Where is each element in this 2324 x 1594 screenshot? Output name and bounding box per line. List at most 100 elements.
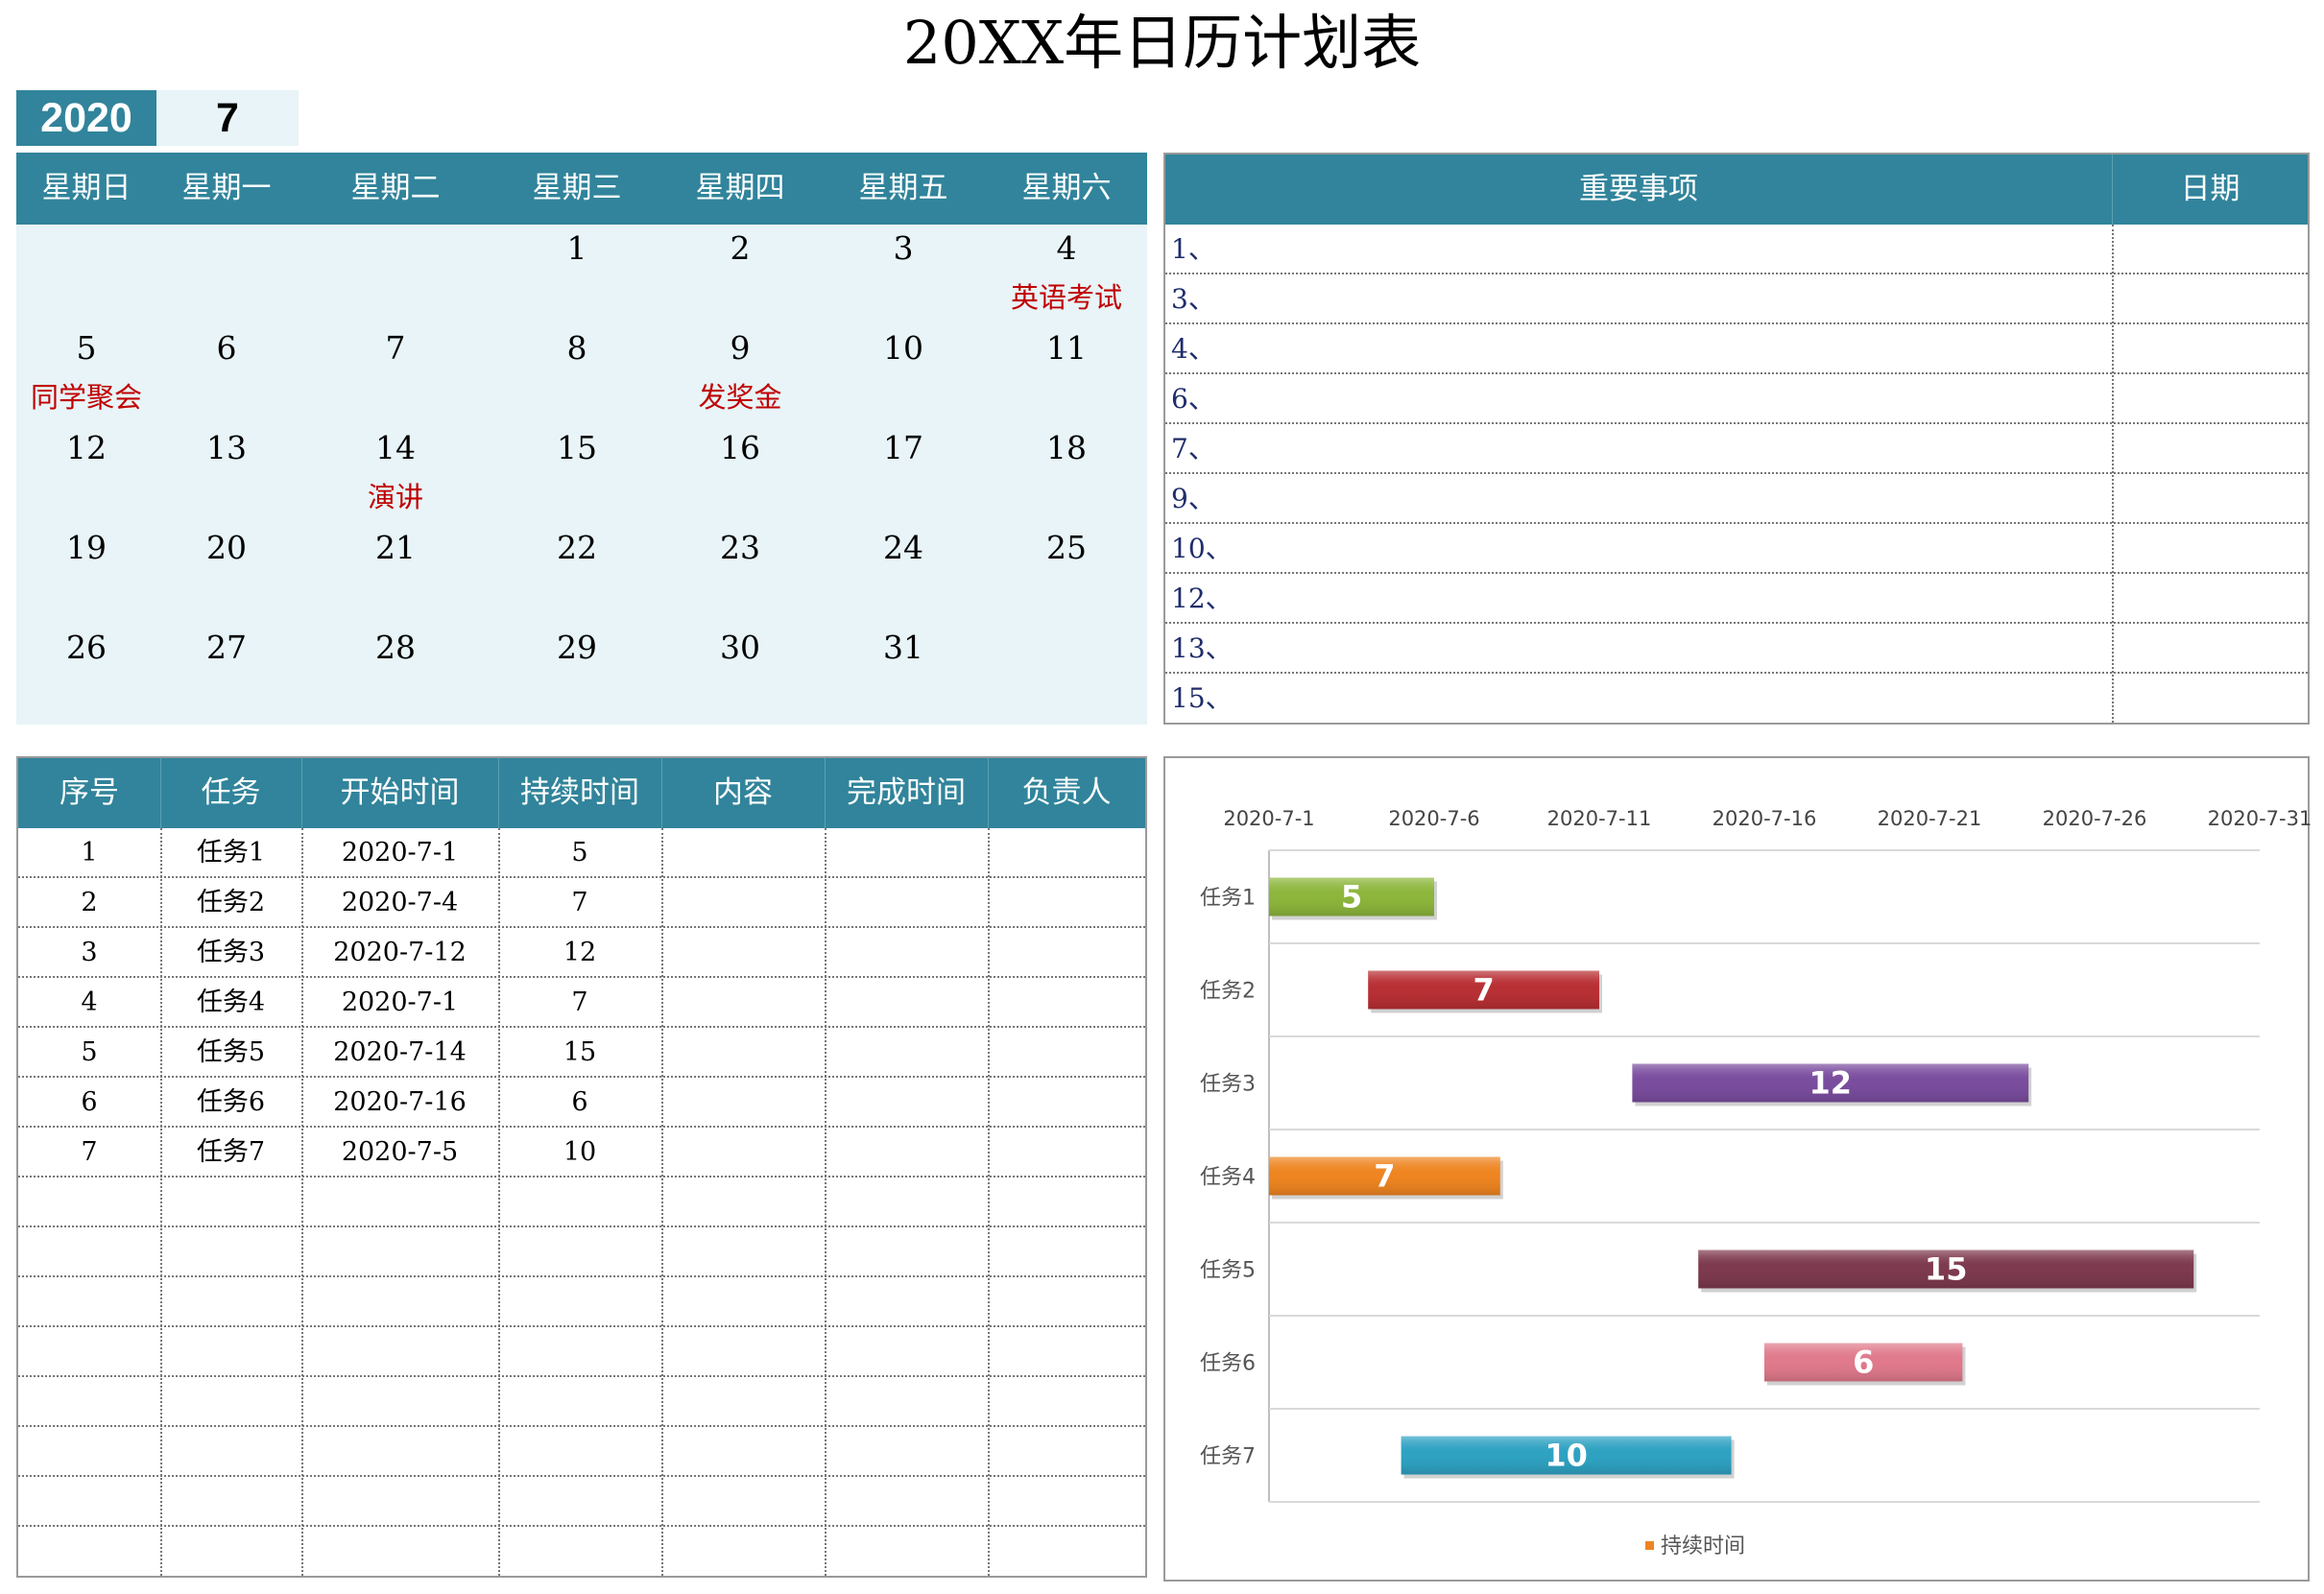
important-item-row[interactable]: 1、 — [1165, 225, 2308, 274]
task-cell[interactable] — [825, 978, 988, 1028]
calendar-day[interactable]: 30 — [673, 627, 807, 669]
task-cell[interactable] — [301, 1477, 498, 1527]
calendar-event[interactable]: 演讲 — [314, 478, 477, 516]
task-cell[interactable] — [988, 1178, 1145, 1227]
task-row[interactable]: 1 任务1 2020-7-1 5 — [18, 828, 1145, 878]
task-cell[interactable] — [498, 1327, 661, 1377]
calendar-day[interactable]: 25 — [999, 527, 1134, 569]
task-row[interactable]: 4 任务4 2020-7-1 7 — [18, 978, 1145, 1028]
task-cell[interactable] — [825, 1128, 988, 1178]
task-cell[interactable] — [498, 1527, 661, 1577]
important-item-row[interactable]: 13、 — [1165, 624, 2308, 674]
task-cell[interactable] — [661, 1227, 825, 1277]
task-cell[interactable]: 2020-7-12 — [301, 928, 498, 978]
calendar-day[interactable]: 8 — [510, 327, 644, 369]
task-cell[interactable] — [825, 878, 988, 928]
task-cell[interactable] — [18, 1178, 160, 1227]
task-cell[interactable] — [301, 1227, 498, 1277]
task-cell[interactable]: 2020-7-1 — [301, 828, 498, 878]
task-cell[interactable] — [301, 1527, 498, 1577]
task-cell[interactable] — [498, 1377, 661, 1427]
task-cell[interactable]: 2020-7-1 — [301, 978, 498, 1028]
task-cell[interactable]: 10 — [498, 1128, 661, 1178]
calendar-day[interactable]: 10 — [836, 327, 970, 369]
calendar-day[interactable]: 5 — [19, 327, 154, 369]
task-cell[interactable] — [498, 1427, 661, 1477]
task-cell[interactable] — [661, 1477, 825, 1527]
task-cell[interactable] — [825, 1527, 988, 1577]
task-cell[interactable] — [160, 1327, 301, 1377]
task-cell[interactable]: 15 — [498, 1028, 661, 1078]
task-cell[interactable]: 任务6 — [160, 1078, 301, 1128]
task-cell[interactable] — [661, 1028, 825, 1078]
important-item-row[interactable]: 7、 — [1165, 424, 2308, 474]
task-cell[interactable] — [988, 1028, 1145, 1078]
task-cell[interactable]: 任务4 — [160, 978, 301, 1028]
calendar-day[interactable]: 9 — [673, 327, 807, 369]
task-cell[interactable]: 2020-7-4 — [301, 878, 498, 928]
task-cell[interactable] — [988, 978, 1145, 1028]
task-cell[interactable] — [988, 1128, 1145, 1178]
task-cell[interactable] — [661, 828, 825, 878]
calendar-day[interactable]: 4 — [999, 227, 1134, 270]
task-row[interactable]: 7 任务7 2020-7-5 10 — [18, 1128, 1145, 1178]
task-cell[interactable]: 5 — [18, 1028, 160, 1078]
calendar-day[interactable]: 17 — [836, 427, 970, 469]
task-cell[interactable]: 任务3 — [160, 928, 301, 978]
calendar-day[interactable]: 12 — [19, 427, 154, 469]
task-cell[interactable] — [825, 828, 988, 878]
task-cell[interactable] — [825, 1028, 988, 1078]
task-cell[interactable] — [18, 1327, 160, 1377]
task-cell[interactable]: 3 — [18, 928, 160, 978]
task-cell[interactable] — [18, 1477, 160, 1527]
calendar-day[interactable]: 7 — [328, 327, 463, 369]
task-cell[interactable] — [825, 1277, 988, 1327]
task-cell[interactable] — [988, 1277, 1145, 1327]
task-cell[interactable]: 7 — [498, 878, 661, 928]
calendar-day[interactable]: 22 — [510, 527, 644, 569]
important-item-row[interactable]: 12、 — [1165, 574, 2308, 624]
task-cell[interactable] — [18, 1427, 160, 1477]
task-cell[interactable]: 任务5 — [160, 1028, 301, 1078]
task-row[interactable]: 6 任务6 2020-7-16 6 — [18, 1078, 1145, 1128]
task-cell[interactable]: 任务2 — [160, 878, 301, 928]
task-row[interactable] — [18, 1527, 1145, 1577]
task-cell[interactable] — [160, 1377, 301, 1427]
task-cell[interactable] — [498, 1277, 661, 1327]
task-cell[interactable]: 6 — [18, 1078, 160, 1128]
task-cell[interactable] — [661, 878, 825, 928]
task-cell[interactable] — [661, 1178, 825, 1227]
task-cell[interactable] — [988, 1377, 1145, 1427]
task-cell[interactable]: 7 — [498, 978, 661, 1028]
task-cell[interactable] — [160, 1527, 301, 1577]
task-cell[interactable] — [988, 1078, 1145, 1128]
calendar-day[interactable]: 31 — [836, 627, 970, 669]
task-row[interactable]: 2 任务2 2020-7-4 7 — [18, 878, 1145, 928]
task-cell[interactable] — [988, 1427, 1145, 1477]
task-cell[interactable] — [160, 1227, 301, 1277]
task-cell[interactable] — [301, 1377, 498, 1427]
task-cell[interactable] — [825, 1477, 988, 1527]
task-cell[interactable] — [160, 1477, 301, 1527]
task-cell[interactable]: 任务1 — [160, 828, 301, 878]
task-cell[interactable] — [661, 1427, 825, 1477]
task-cell[interactable] — [18, 1377, 160, 1427]
calendar-event[interactable]: 发奖金 — [659, 378, 822, 416]
task-row[interactable] — [18, 1427, 1145, 1477]
calendar-day[interactable]: 29 — [510, 627, 644, 669]
calendar-day[interactable]: 20 — [159, 527, 294, 569]
task-cell[interactable] — [498, 1477, 661, 1527]
task-cell[interactable] — [498, 1227, 661, 1277]
task-cell[interactable]: 2020-7-14 — [301, 1028, 498, 1078]
task-cell[interactable] — [661, 928, 825, 978]
task-row[interactable] — [18, 1277, 1145, 1327]
task-cell[interactable] — [825, 1427, 988, 1477]
task-row[interactable] — [18, 1227, 1145, 1277]
task-cell[interactable] — [301, 1178, 498, 1227]
task-cell[interactable] — [18, 1227, 160, 1277]
task-cell[interactable] — [661, 1078, 825, 1128]
task-cell[interactable] — [988, 1227, 1145, 1277]
calendar-day[interactable]: 19 — [19, 527, 154, 569]
task-row[interactable] — [18, 1477, 1145, 1527]
task-cell[interactable]: 12 — [498, 928, 661, 978]
